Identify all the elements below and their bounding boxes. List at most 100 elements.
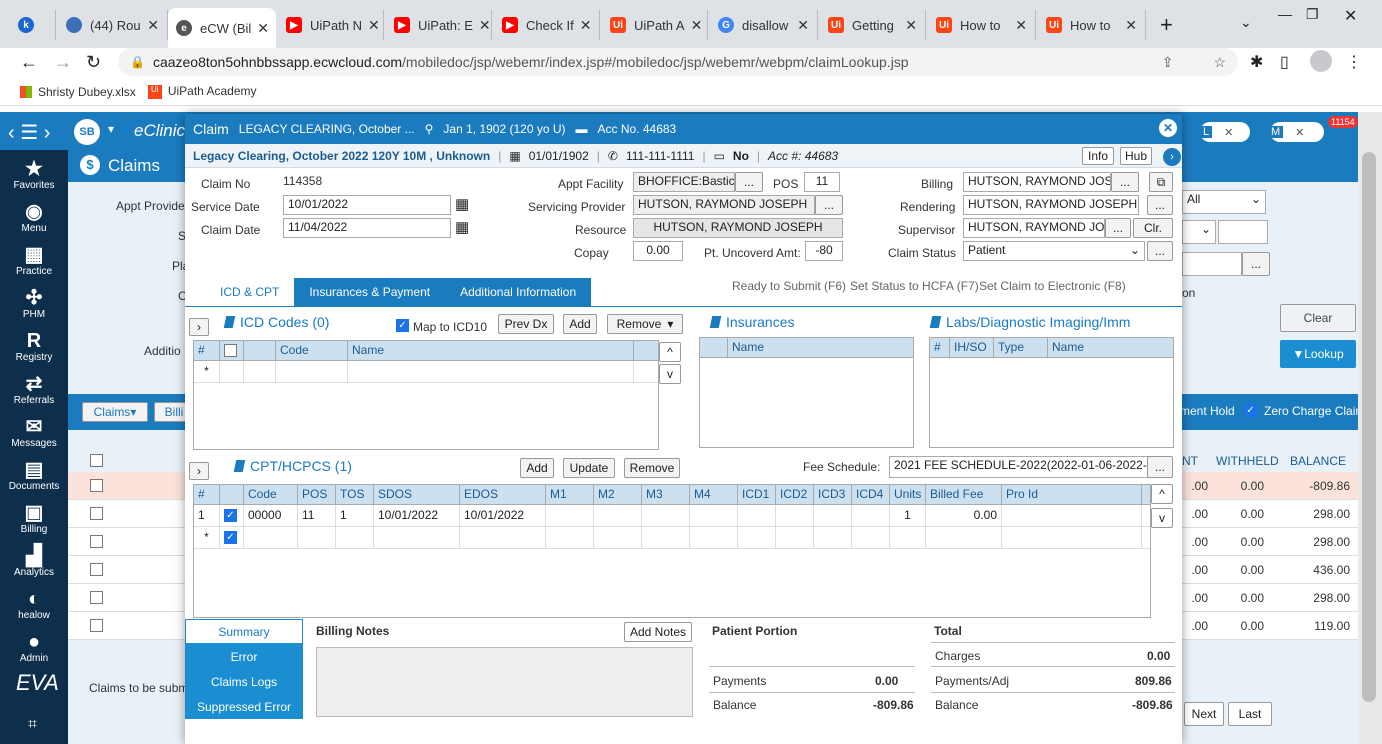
row-checkbox[interactable] (90, 619, 103, 632)
nav-referrals[interactable]: ⇄ Referrals (0, 365, 68, 408)
icd-select-all-checkbox[interactable] (224, 344, 237, 358)
module-title[interactable]: Claims (108, 156, 160, 176)
chevron-right-icon[interactable]: › (1163, 148, 1181, 166)
ellipsis-button[interactable]: ... (815, 195, 843, 215)
filter-input[interactable] (1218, 220, 1268, 244)
restore-icon[interactable]: ❐ (1306, 6, 1319, 23)
cpt-new-row-checkbox[interactable]: ✓ (224, 531, 237, 545)
back-icon[interactable]: ← (20, 52, 38, 73)
browser-tab[interactable]: Ui UiPath A ✕ (602, 10, 708, 40)
move-down-icon[interactable]: v (1151, 508, 1173, 528)
row-checkbox[interactable] (90, 479, 103, 492)
move-up-icon[interactable]: ^ (1151, 484, 1173, 504)
browser-tab[interactable]: (44) Rou ✕ (58, 10, 168, 40)
side-tab-summary[interactable]: Summary (185, 619, 303, 644)
add-notes-button[interactable]: Add Notes (624, 622, 692, 642)
browser-tab[interactable]: Ui How to ✕ (1038, 10, 1146, 40)
icd-remove-button[interactable]: Remove ▾ (607, 314, 683, 334)
ellipsis-button[interactable]: ... (735, 172, 763, 192)
resource-field[interactable]: HUTSON, RAYMOND JOSEPH (633, 218, 843, 238)
set-hcfa-link[interactable]: Set Status to HCFA (F7) (850, 279, 979, 293)
select-all-checkbox[interactable] (90, 454, 103, 467)
service-date-field[interactable]: 10/01/2022 (283, 195, 451, 215)
close-icon[interactable]: ✕ (1119, 17, 1137, 34)
cpt-row[interactable]: 1 ✓ 00000 11 1 10/01/2022 10/01/2022 1 0.00 (194, 505, 1150, 527)
uncovered-amount-field[interactable]: -80 (805, 241, 843, 261)
reload-icon[interactable]: ↻ (86, 52, 101, 73)
share-icon[interactable]: ⇪ (1162, 54, 1174, 71)
ready-to-submit-link[interactable]: Ready to Submit (F6) (732, 279, 846, 293)
row-checkbox[interactable] (90, 563, 103, 576)
forward-icon[interactable]: → (54, 52, 72, 73)
info-button[interactable]: Info (1082, 147, 1114, 165)
ellipsis-button[interactable]: ... (1147, 195, 1173, 215)
tab-search-icon[interactable]: ⌄ (1240, 14, 1252, 31)
close-icon[interactable]: ✕ (574, 17, 592, 34)
icd-add-button[interactable]: Add (563, 314, 597, 334)
browser-tab[interactable]: k (10, 10, 56, 40)
billing-provider-field[interactable]: HUTSON, RAYMOND JOS (963, 172, 1111, 192)
icd-new-row[interactable]: * (194, 361, 658, 383)
pill-m[interactable]: M ✕ (1268, 122, 1324, 142)
nav-billing[interactable]: ▣ Billing (0, 494, 68, 537)
browser-tab[interactable]: Ui How to ✕ (928, 10, 1036, 40)
nav-menu[interactable]: ◉ Menu (0, 193, 68, 236)
close-icon[interactable]: ✕ (899, 17, 917, 34)
claims-dropdown[interactable]: Claims ▾ (82, 402, 148, 422)
close-icon[interactable]: ✕ (251, 20, 269, 37)
tab-icd-cpt[interactable]: ICD & CPT (205, 278, 295, 306)
new-tab-icon[interactable]: + (1160, 12, 1173, 38)
set-electronic-link[interactable]: Set Claim to Electronic (F8) (979, 279, 1126, 293)
filter-select-2[interactable]: ⌄ (1182, 220, 1216, 244)
pos-field[interactable]: 11 (804, 172, 840, 192)
prev-dx-button[interactable]: Prev Dx (498, 314, 554, 334)
close-icon[interactable]: ✕ (1159, 119, 1177, 137)
browser-tab[interactable]: ▶ Check If ✕ (494, 10, 600, 40)
cpt-update-button[interactable]: Update (563, 458, 615, 478)
side-tab-claims-logs[interactable]: Claims Logs (185, 669, 303, 694)
ellipsis-button[interactable]: ... (1105, 218, 1131, 238)
avatar[interactable]: SB (74, 119, 100, 145)
browser-tab[interactable]: ▶ UiPath N ✕ (278, 10, 384, 40)
expand-icon[interactable]: › (189, 318, 209, 336)
clear-supervisor-button[interactable]: Clr. (1133, 218, 1173, 238)
star-icon[interactable]: ☆ (1213, 54, 1226, 71)
rendering-provider-field[interactable]: HUTSON, RAYMOND JOSEPH (963, 195, 1139, 215)
fee-schedule-field[interactable]: 2021 FEE SCHEDULE-2022(2022-01-06-2022-1 (889, 456, 1149, 478)
filter-input-2[interactable] (1182, 252, 1242, 276)
browser-tab-active[interactable]: e eCW (Bil ✕ (168, 8, 276, 48)
sidepanel-icon[interactable]: ▯ (1280, 52, 1289, 72)
bookmark-excel[interactable]: Shristy Dubey.xlsx (20, 85, 136, 99)
filter-select[interactable]: All ⌄ (1182, 190, 1266, 214)
pill-l[interactable]: L ✕ (1200, 122, 1250, 142)
cpt-remove-button[interactable]: Remove (624, 458, 680, 478)
copy-icon[interactable]: ⧉ (1149, 172, 1173, 192)
tab-additional-information[interactable]: Additional Information (445, 278, 591, 306)
move-down-icon[interactable]: v (659, 364, 681, 384)
nav-admin[interactable]: ● Admin (0, 623, 68, 666)
zero-charge-checkbox[interactable]: ✓ (1244, 404, 1257, 417)
patient-banner-name[interactable]: Legacy Clearing, October 2022 120Y 10M ,… (193, 149, 490, 163)
chevron-down-icon[interactable]: ▾ (108, 122, 114, 136)
nav-messages[interactable]: ✉ Messages (0, 408, 68, 451)
nav-healow[interactable]: ◐ healow (0, 580, 68, 623)
nav-phm[interactable]: ✣ PHM (0, 279, 68, 322)
close-icon[interactable]: ✕ (1009, 17, 1027, 34)
next-button[interactable]: Next (1184, 702, 1224, 726)
calendar-icon[interactable]: ▦ (455, 195, 469, 213)
servicing-provider-field[interactable]: HUTSON, RAYMOND JOSEPH (633, 195, 815, 215)
claim-status-select[interactable]: Patient ⌄ (963, 241, 1145, 261)
profile-icon[interactable] (1310, 50, 1332, 72)
clear-button[interactable]: Clear (1280, 304, 1356, 332)
nav-documents[interactable]: ▤ Documents (0, 451, 68, 494)
cpt-row-checkbox[interactable]: ✓ (224, 509, 237, 523)
menu-dots-icon[interactable]: ⋮ (1346, 52, 1362, 72)
hamburger-menu-icon[interactable]: ‹ ☰ › (8, 120, 50, 145)
lookup-button[interactable]: ▼ Lookup (1280, 340, 1356, 368)
ellipsis-button[interactable]: ... (1242, 252, 1270, 276)
copay-field[interactable]: 0.00 (633, 241, 683, 261)
close-icon[interactable]: ✕ (362, 17, 380, 34)
tab-insurances-payment[interactable]: Insurances & Payment (294, 278, 445, 306)
supervisor-field[interactable]: HUTSON, RAYMOND JO (963, 218, 1105, 238)
url-field[interactable]: 🔒 caazeo8ton5ohnbbssapp.ecwcloud.com/mob… (118, 48, 1238, 76)
